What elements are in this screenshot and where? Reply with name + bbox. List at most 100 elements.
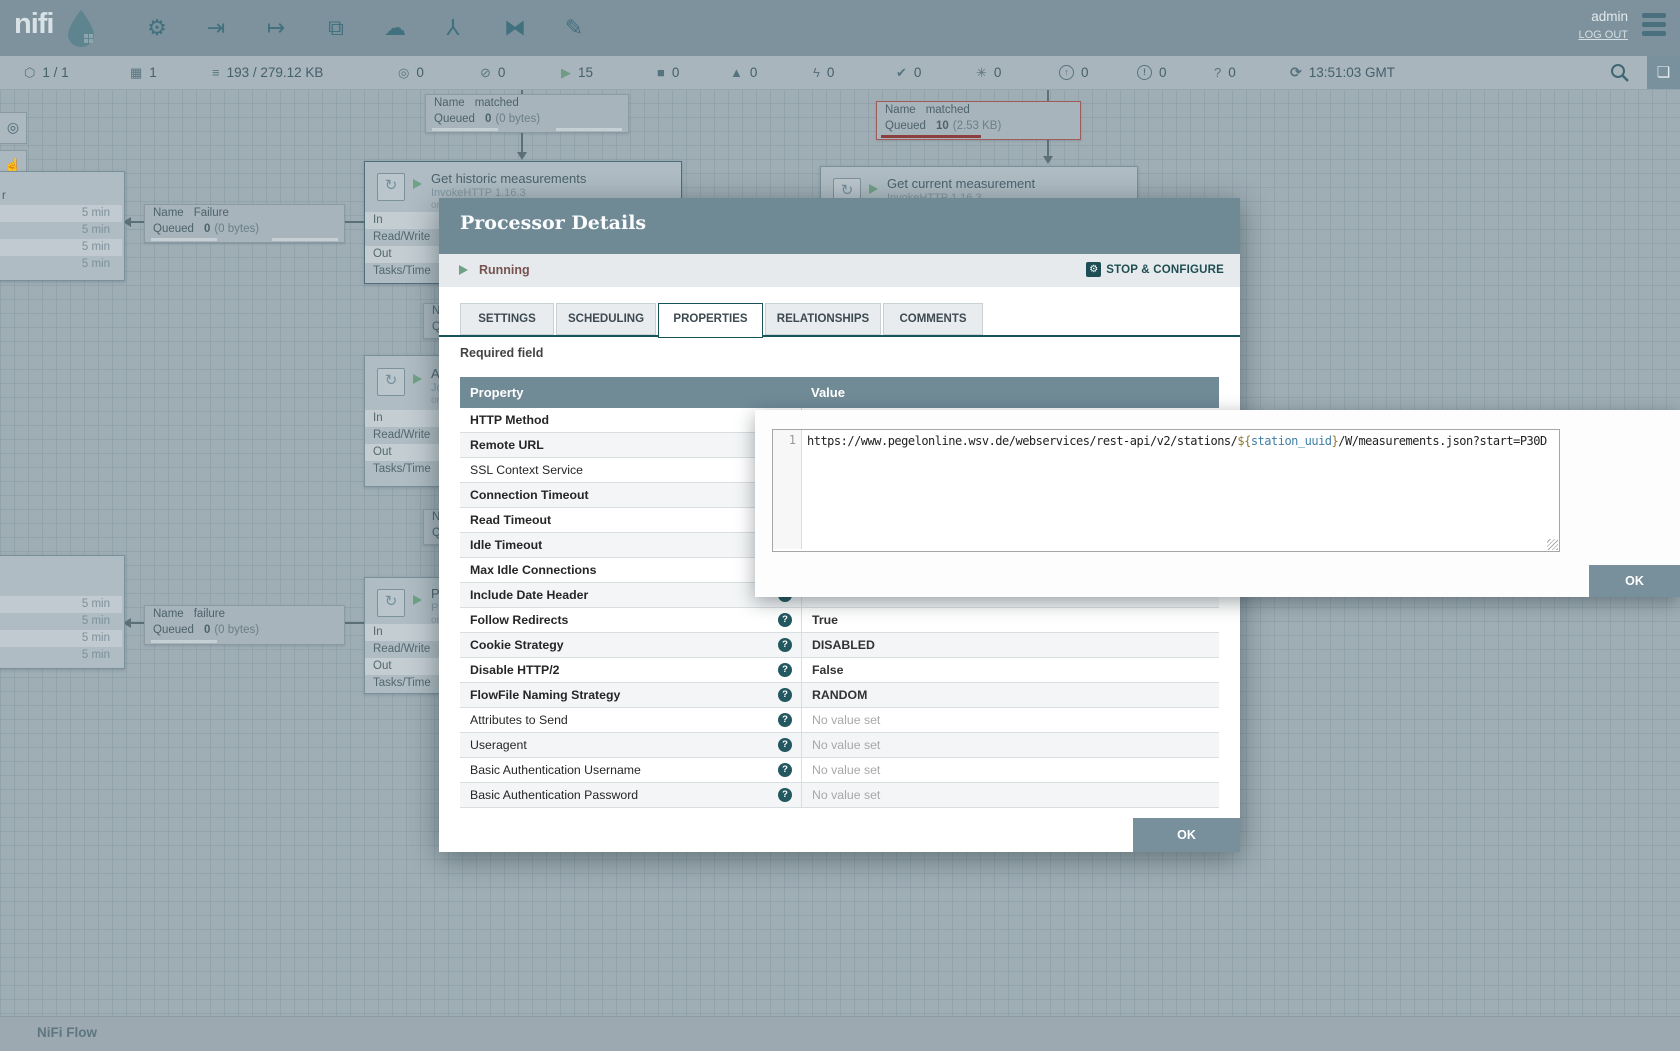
- connection-name-value: Failure: [194, 207, 229, 219]
- queue-bar: [432, 128, 498, 131]
- property-name: SSL Context Service: [470, 458, 583, 482]
- running-icon: [413, 179, 422, 189]
- dialog-header: Processor Details: [439, 198, 1240, 254]
- value-cell: No value set: [801, 758, 1220, 782]
- global-menu-icon[interactable]: [1642, 13, 1666, 41]
- breadcrumb[interactable]: NiFi Flow: [37, 1025, 97, 1040]
- connection-name-key: Name: [153, 608, 184, 620]
- help-icon[interactable]: ?: [778, 763, 792, 777]
- flow-settings-button[interactable]: ❏: [1647, 56, 1680, 89]
- connection-label-matched-highlighted[interactable]: Namematched Queued10(2.53 KB): [876, 101, 1081, 140]
- help-icon[interactable]: ?: [778, 788, 792, 802]
- property-value: No value set: [812, 708, 880, 732]
- queue-alert-bar: [881, 135, 981, 138]
- value-cell: True: [801, 608, 1220, 632]
- value-editor-textarea[interactable]: 1 https://www.pegelonline.wsv.de/webserv…: [772, 429, 1560, 552]
- label-icon[interactable]: ✎: [557, 11, 591, 45]
- help-icon[interactable]: ?: [778, 663, 792, 677]
- value-cell: No value set: [801, 708, 1220, 732]
- status-item-sync-failure-versioned: ?0: [1214, 56, 1236, 89]
- property-name: Useragent: [470, 733, 527, 757]
- help-icon[interactable]: ?: [778, 738, 792, 752]
- stat-window-value: 5 min: [0, 205, 122, 222]
- status-item-active-threads: ▦1: [130, 56, 157, 89]
- connection-name-value: matched: [926, 104, 970, 116]
- property-row: Basic Authentication Username?No value s…: [460, 758, 1219, 783]
- invalid-components-icon: ▲: [730, 65, 743, 80]
- property-name: Include Date Header: [470, 583, 588, 607]
- property-row: Useragent?No value set: [460, 733, 1219, 758]
- dialog-ok-button[interactable]: OK: [1133, 818, 1240, 852]
- tab-relationships[interactable]: RELATIONSHIPS: [765, 303, 881, 335]
- queued-size: (0 bytes): [495, 113, 540, 125]
- help-icon[interactable]: ?: [778, 638, 792, 652]
- status-item-not-transmitting-remote-groups: ⊘0: [480, 56, 505, 89]
- tab-comments[interactable]: COMMENTS: [883, 303, 983, 335]
- stat-window-value: 5 min: [0, 647, 122, 664]
- processor-icon[interactable]: ⚙: [140, 11, 174, 45]
- template-icon[interactable]: ⧓: [498, 11, 532, 45]
- help-icon[interactable]: ?: [778, 613, 792, 627]
- property-row: Cookie Strategy? DISABLED: [460, 633, 1219, 658]
- property-row: FlowFile Naming Strategy?RANDOM: [460, 683, 1219, 708]
- properties-table-header: Property Value: [460, 377, 1219, 408]
- process-group-icon[interactable]: ⧉: [319, 11, 353, 45]
- queued-count: 10: [936, 120, 949, 132]
- help-icon[interactable]: ?: [778, 688, 792, 702]
- connection-label-failure-bottom[interactable]: Namefailure Queued0(0 bytes): [144, 605, 345, 645]
- running-icon: [869, 184, 878, 194]
- stat-window-value: 5 min: [0, 239, 122, 256]
- running-status-icon: [459, 265, 468, 275]
- output-port-icon[interactable]: ↦: [259, 11, 293, 45]
- funnel-icon[interactable]: ⅄: [436, 11, 470, 45]
- queued-size: (2.53 KB): [953, 120, 1002, 132]
- value-column-header: Value: [811, 377, 845, 408]
- connection-label-failure[interactable]: NameFailure Queued0(0 bytes): [144, 204, 345, 243]
- tab-scheduling[interactable]: SCHEDULING: [556, 303, 656, 335]
- not-transmitting-remote-groups-count: 0: [498, 65, 506, 80]
- tab-properties[interactable]: PROPERTIES: [658, 303, 763, 338]
- status-item-transmitting-remote-groups: ◎0: [398, 56, 424, 89]
- connection-name-key: Name: [153, 207, 184, 219]
- navigate-palette-button[interactable]: ◎: [0, 112, 27, 144]
- processor-icon: ↻: [377, 368, 405, 396]
- dialog-status-row: Running ⚙ STOP & CONFIGURE: [439, 254, 1240, 287]
- queued-count: 0: [204, 223, 210, 235]
- nifi-logo: nifi: [14, 8, 54, 41]
- tab-settings[interactable]: SETTINGS: [460, 303, 554, 335]
- connection-label-matched[interactable]: Namematched Queued0(0 bytes): [425, 94, 629, 133]
- property-row: Follow Redirects? True: [460, 608, 1219, 633]
- property-name: Attributes to Send: [470, 708, 568, 732]
- property-name: Cookie Strategy: [470, 633, 564, 657]
- remote-process-group-icon[interactable]: ☁: [378, 11, 412, 45]
- connection-line: [1047, 89, 1049, 101]
- resize-handle-icon[interactable]: [1547, 539, 1558, 550]
- property-value: DISABLED: [812, 633, 875, 657]
- el-variable: station_uuid: [1251, 434, 1332, 448]
- running-status-text: Running: [479, 263, 530, 277]
- status-item-connected-nodes: ⬡1 / 1: [24, 56, 69, 89]
- property-name: HTTP Method: [470, 408, 549, 432]
- settings-panel-icon: ❏: [1657, 64, 1670, 81]
- connection-name-key: Name: [434, 97, 465, 109]
- help-icon[interactable]: ?: [778, 713, 792, 727]
- locally-modified-versioned-count: 0: [994, 65, 1002, 80]
- stopped-components-count: 0: [672, 65, 680, 80]
- logout-link[interactable]: LOG OUT: [1578, 29, 1628, 41]
- url-suffix: /W/measurements.json?start=P30D: [1338, 434, 1546, 448]
- processor-title: Get current measurement: [887, 176, 1035, 191]
- refresh-icon[interactable]: ⟳: [1290, 64, 1302, 81]
- dialog-tabs: SETTINGSSCHEDULINGPROPERTIESRELATIONSHIP…: [439, 302, 1240, 337]
- status-item-stale-versioned: ↑0: [1059, 56, 1089, 89]
- input-port-icon[interactable]: ⇥: [199, 11, 233, 45]
- property-value: No value set: [812, 758, 880, 782]
- stop-and-configure-button[interactable]: ⚙ STOP & CONFIGURE: [1086, 262, 1224, 277]
- property-name: Max Idle Connections: [470, 558, 596, 582]
- editor-ok-button[interactable]: OK: [1589, 565, 1680, 597]
- property-name: Follow Redirects: [470, 608, 568, 632]
- processor-icon: ↻: [377, 589, 405, 617]
- sync-failure-versioned-icon: ?: [1214, 65, 1221, 80]
- search-icon[interactable]: [1608, 61, 1632, 85]
- processor-title: Get historic measurements: [431, 171, 586, 186]
- property-name: Remote URL: [470, 433, 544, 457]
